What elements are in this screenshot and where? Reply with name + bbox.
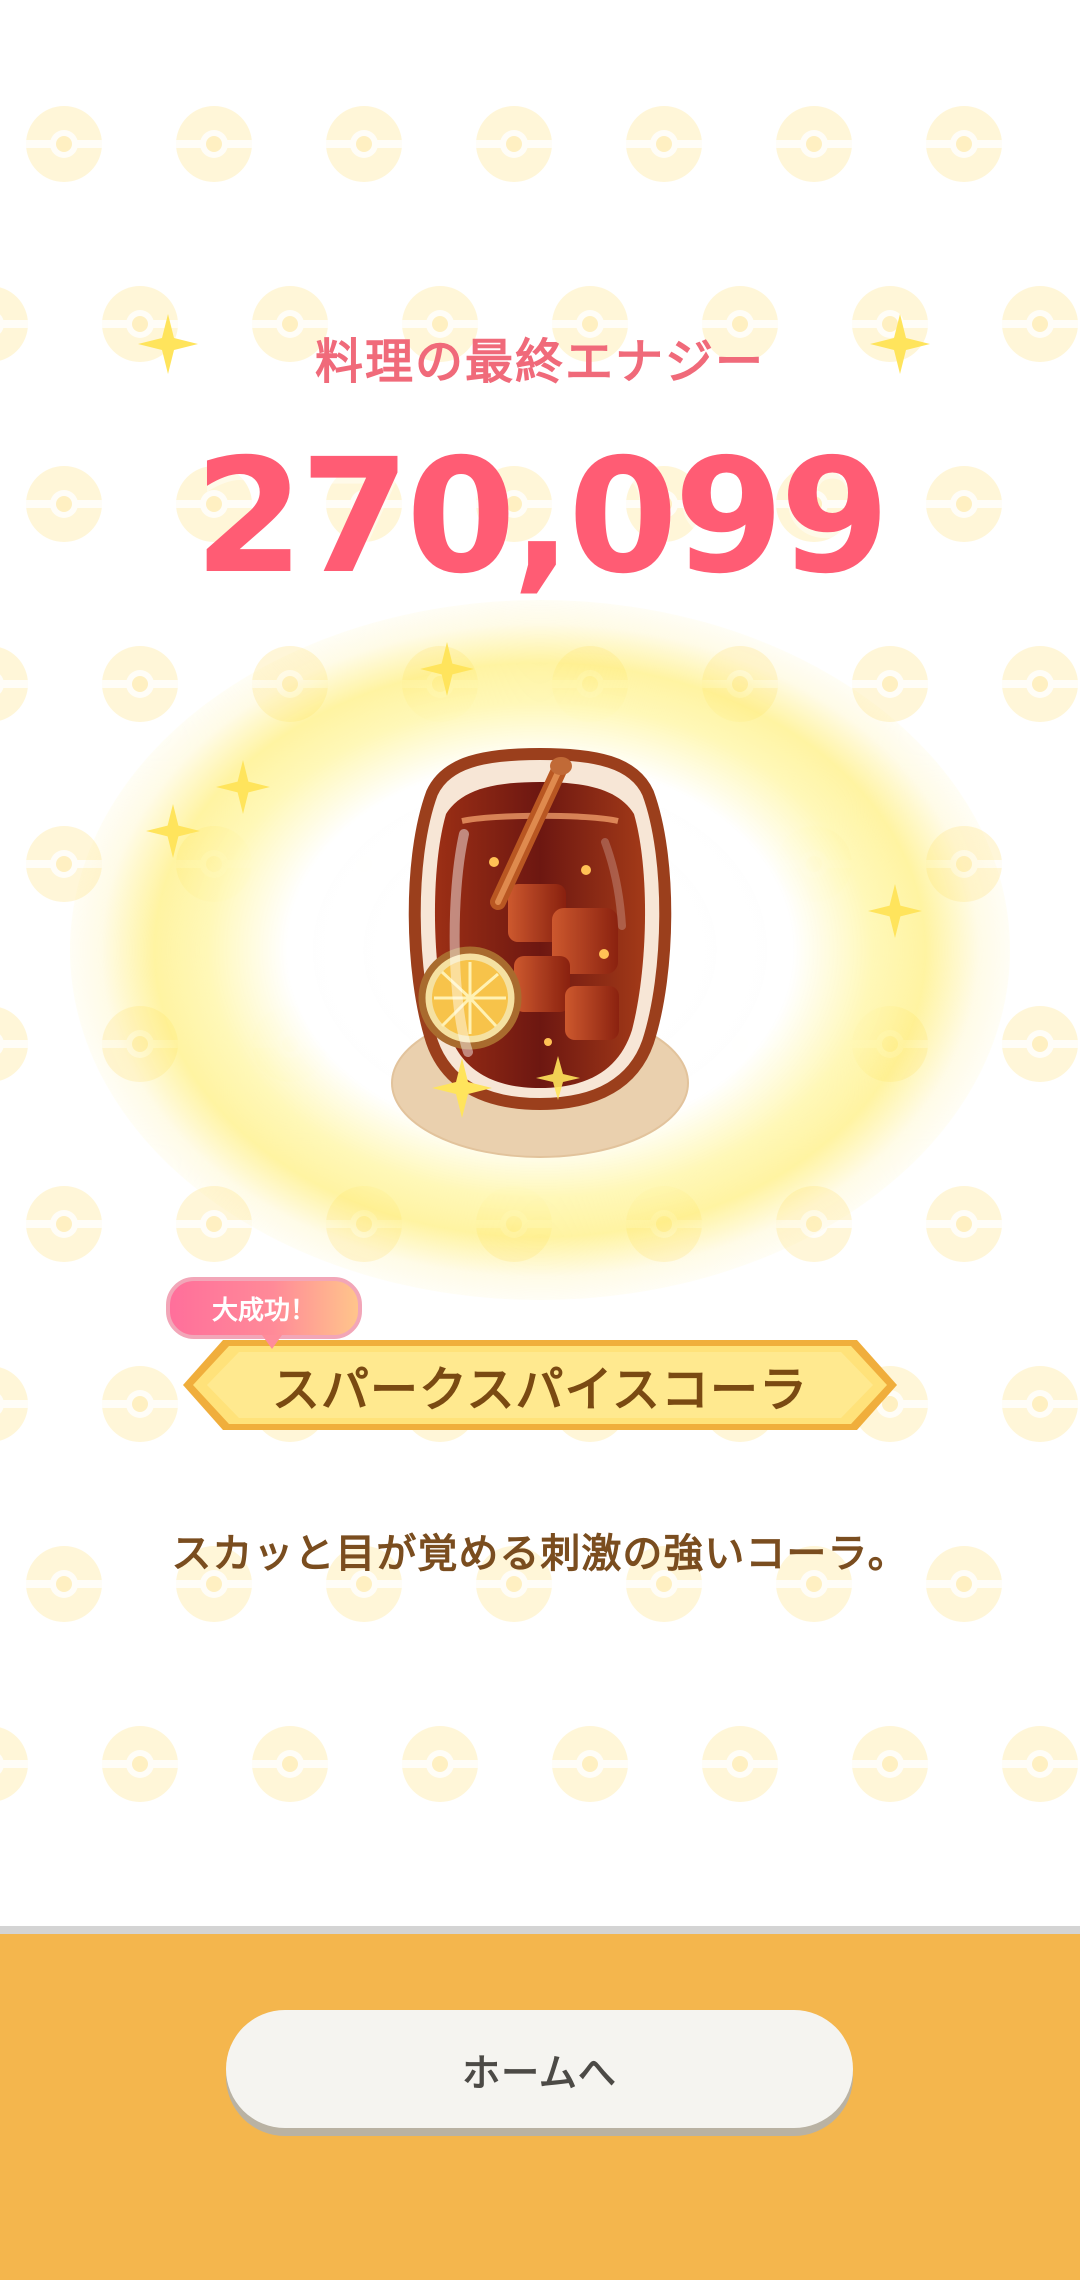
cooking-result-screen: 料理の最終エナジー 270,099 大成功！ スパークスパイスコーラ スカッと目… <box>0 0 1080 2280</box>
great-success-badge: 大成功！ <box>166 1277 362 1349</box>
badge-pointer <box>262 1335 282 1349</box>
sparkle-icon <box>868 884 922 938</box>
home-button[interactable]: ホームへ <box>226 2010 853 2128</box>
sparkle-icon <box>138 314 198 374</box>
sparkle-icon <box>420 642 474 696</box>
sparkle-icon <box>216 760 270 814</box>
sparkling-spice-cola-icon <box>390 748 690 1178</box>
sparkle-icon <box>870 314 930 374</box>
final-energy-value: 270,099 <box>194 425 890 609</box>
dish-description: スカッと目が覚める刺激の強いコーラ。 <box>171 1531 909 1577</box>
sparkle-icon <box>146 804 200 858</box>
great-success-label: 大成功！ <box>211 1295 316 1326</box>
